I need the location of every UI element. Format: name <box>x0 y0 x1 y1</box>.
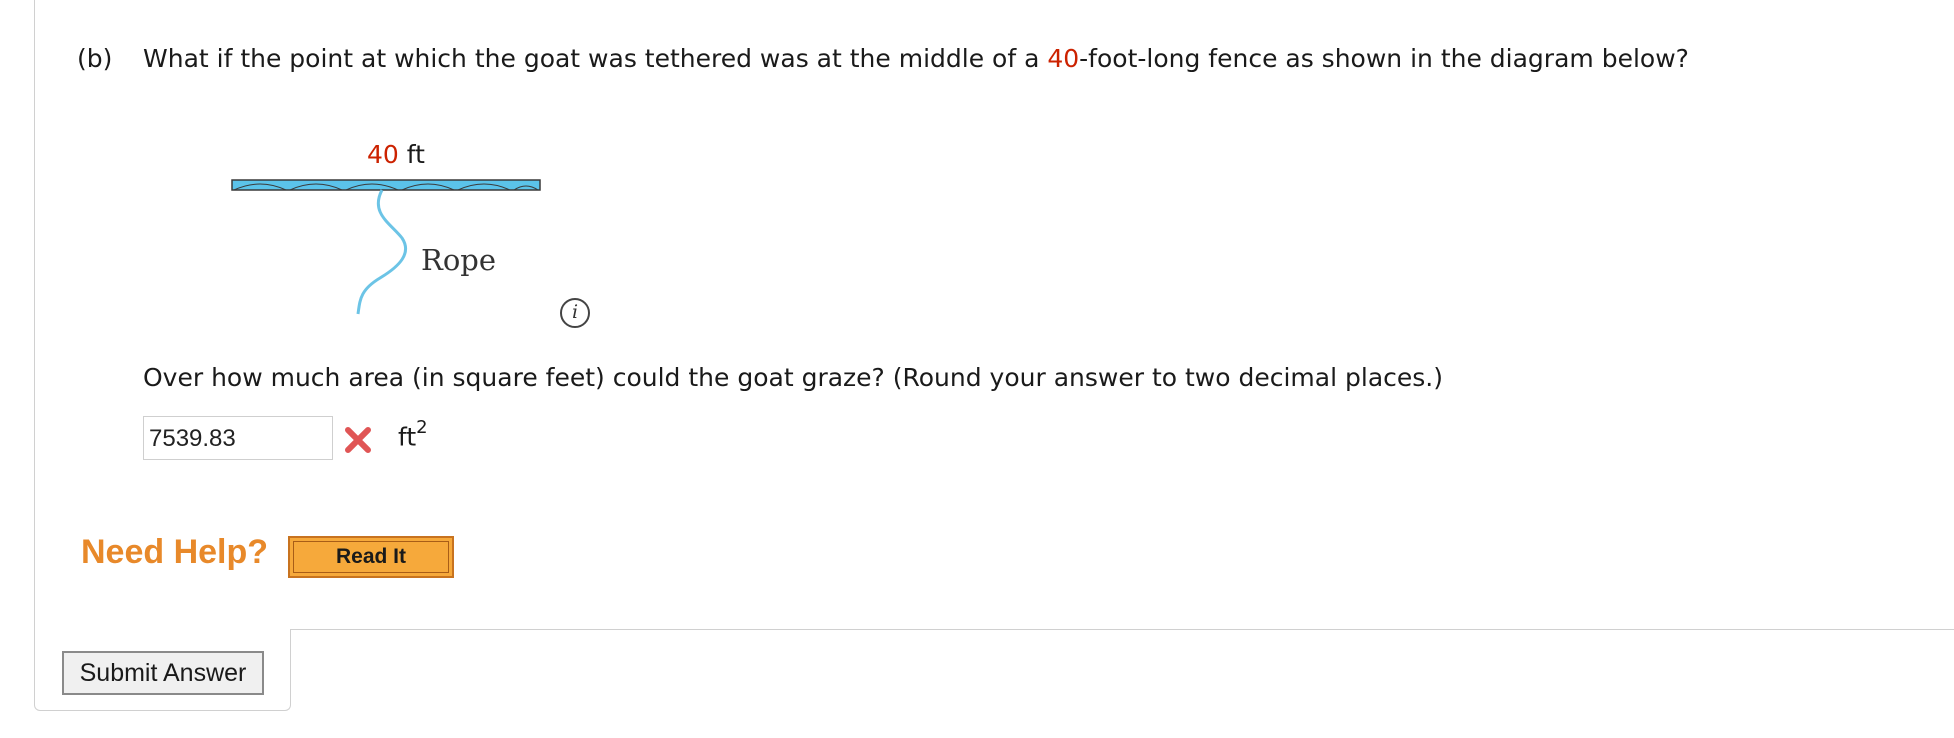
question-part-label: (b) <box>77 44 113 73</box>
info-icon[interactable]: i <box>560 298 590 328</box>
question-highlight-value: 40 <box>1047 44 1080 73</box>
unit-base: ft <box>398 422 417 452</box>
submit-answer-button[interactable]: Submit Answer <box>62 651 264 695</box>
rope <box>356 189 408 315</box>
answer-prompt: Over how much area (in square feet) coul… <box>143 363 1443 392</box>
need-help-label: Need Help? <box>81 533 269 571</box>
question-text-before: What if the point at which the goat was … <box>143 44 1048 73</box>
answer-input[interactable]: 7539.83 <box>143 416 333 460</box>
x-mark-icon <box>345 427 371 453</box>
read-it-label: Read It <box>293 541 449 573</box>
answer-unit: ft2 <box>398 417 428 452</box>
panel-divider <box>34 629 1954 630</box>
question-text: (b) What if the point at which the goat w… <box>77 44 1689 73</box>
unit-exponent: 2 <box>416 417 428 438</box>
rope-label: Rope <box>421 243 497 277</box>
panel-border <box>34 0 35 630</box>
read-it-button[interactable]: Read It <box>288 536 454 578</box>
question-text-after: -foot-long fence as shown in the diagram… <box>1079 44 1689 73</box>
